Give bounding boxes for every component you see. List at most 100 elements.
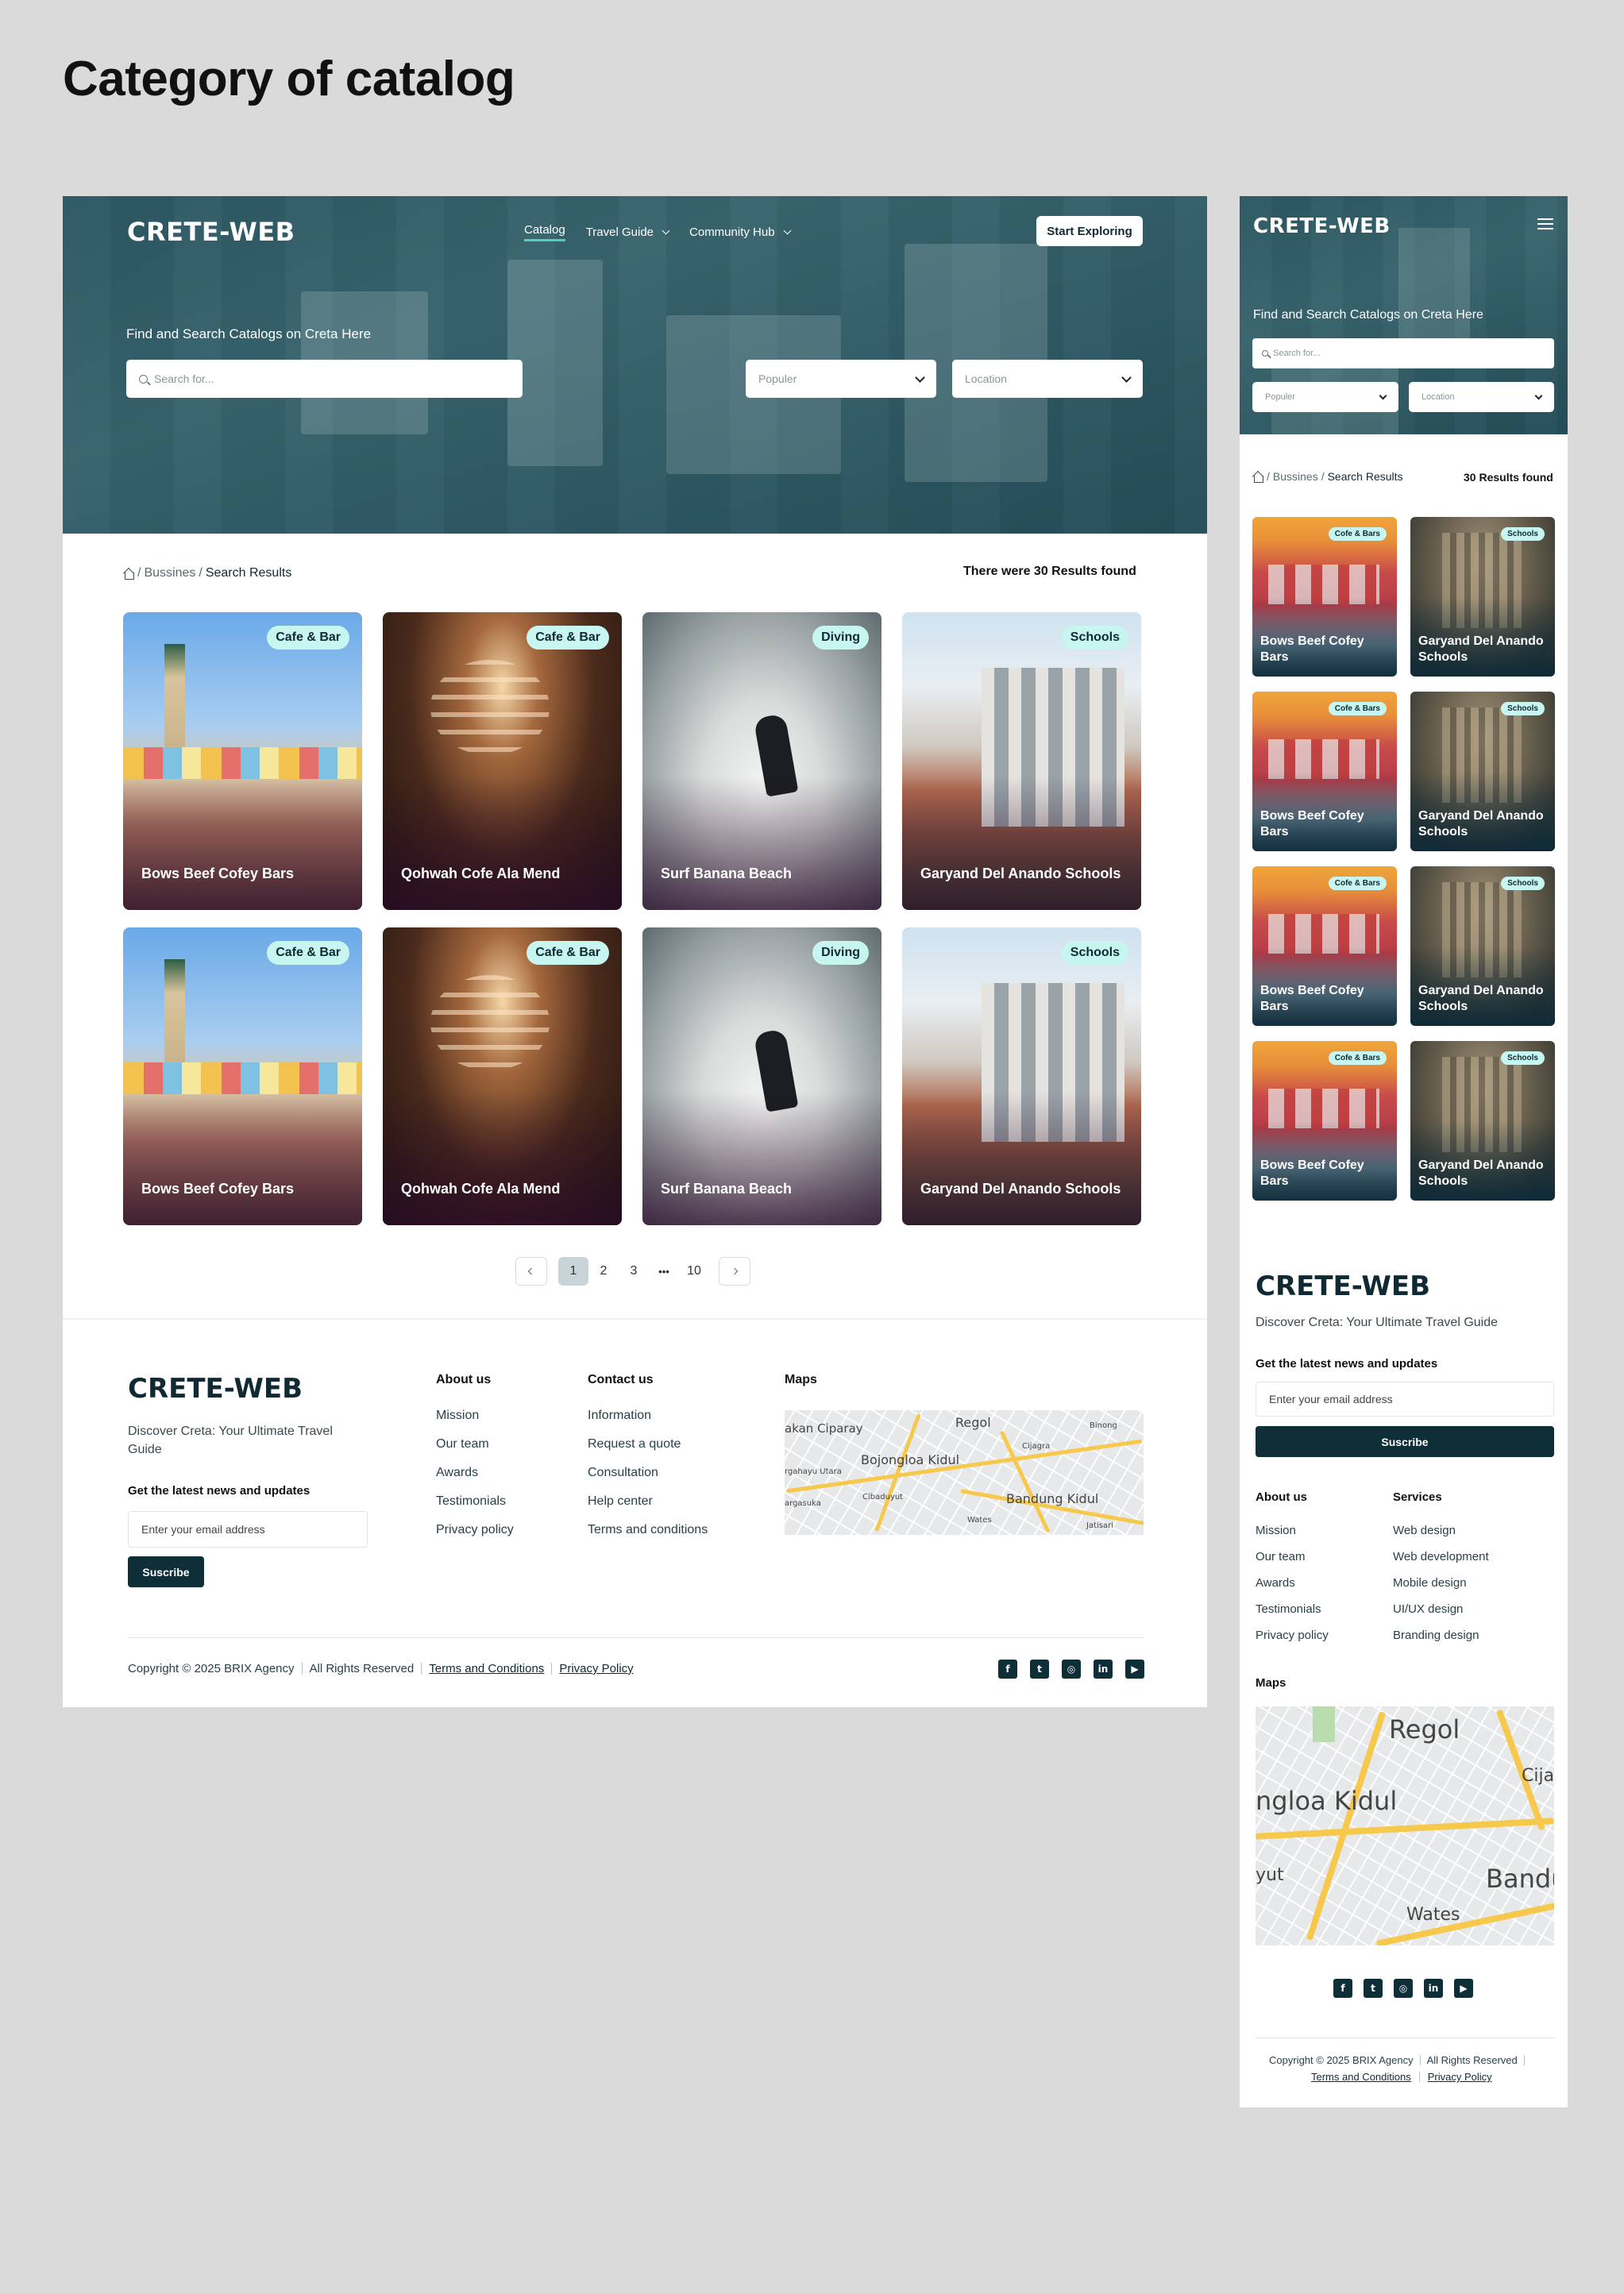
- footer-link-web-development[interactable]: Web development: [1393, 1550, 1489, 1563]
- card-shade: [902, 1091, 1141, 1225]
- footer-link-testimonials[interactable]: Testimonials: [436, 1494, 514, 1509]
- email-field[interactable]: Enter your email address: [128, 1511, 368, 1548]
- catalog-card[interactable]: Diving Surf Banana Beach: [642, 612, 881, 910]
- footer-tagline: Discover Creta: Your Ultimate Travel Gui…: [1256, 1316, 1499, 1329]
- search-icon: [139, 374, 148, 384]
- location-select[interactable]: Location: [1409, 382, 1554, 412]
- instagram-icon[interactable]: ◎: [1062, 1660, 1081, 1679]
- youtube-icon[interactable]: ▶: [1125, 1660, 1144, 1679]
- footer-link-our-team[interactable]: Our team: [1256, 1550, 1329, 1563]
- catalog-card[interactable]: Cafe & Bar Bows Beef Cofey Bars: [123, 927, 362, 1225]
- page-3[interactable]: 3: [619, 1257, 649, 1286]
- popular-select[interactable]: Populer: [1252, 382, 1398, 412]
- catalog-card[interactable]: Cafe & Bar Bows Beef Cofey Bars: [123, 612, 362, 910]
- catalog-card[interactable]: Schools Garyand Del Anando Schools: [902, 927, 1141, 1225]
- catalog-card[interactable]: Cofe & Bars Bows Beef Cofey Bars: [1252, 866, 1397, 1026]
- card-title: Garyand Del Anando Schools: [920, 865, 1121, 881]
- footer-map[interactable]: Regol ngloa Kidul Cijag yut Bandu Wates: [1256, 1706, 1554, 1945]
- footer-link-request-quote[interactable]: Request a quote: [588, 1437, 708, 1452]
- chevron-right-icon: [731, 1267, 739, 1275]
- page-10[interactable]: 10: [679, 1257, 709, 1286]
- card-tag: Schools: [1061, 941, 1128, 965]
- email-field[interactable]: Enter your email address: [1256, 1382, 1554, 1417]
- youtube-icon[interactable]: ▶: [1454, 1979, 1473, 1998]
- twitter-icon[interactable]: t: [1364, 1979, 1383, 1998]
- search-input[interactable]: Search for...: [126, 360, 523, 398]
- search-input[interactable]: Search for...: [1252, 338, 1554, 368]
- page-2[interactable]: 2: [588, 1257, 619, 1286]
- map-label: Cibaduyut: [862, 1493, 904, 1502]
- home-icon[interactable]: [123, 569, 134, 580]
- separator: [1418, 2072, 1420, 2082]
- footer-link-branding-design[interactable]: Branding design: [1393, 1629, 1489, 1642]
- terms-link[interactable]: Terms and Conditions: [429, 1662, 544, 1675]
- breadcrumb-parent[interactable]: Bussines: [1273, 470, 1318, 483]
- mobile-hero: CRETE-WEB Find and Search Catalogs on Cr…: [1240, 196, 1568, 434]
- prev-page-button[interactable]: [515, 1257, 547, 1286]
- page-1[interactable]: 1: [558, 1257, 588, 1286]
- facebook-icon[interactable]: f: [1333, 1979, 1352, 1998]
- home-icon[interactable]: [1252, 472, 1263, 483]
- footer-link-awards[interactable]: Awards: [1256, 1576, 1329, 1590]
- catalog-card[interactable]: Cofe & Bars Bows Beef Cofey Bars: [1252, 1041, 1397, 1201]
- footer-link-mission[interactable]: Mission: [436, 1409, 514, 1423]
- catalog-card[interactable]: Diving Surf Banana Beach: [642, 927, 881, 1225]
- brand-logo[interactable]: CRETE-WEB: [127, 217, 295, 247]
- instagram-icon[interactable]: ◎: [1394, 1979, 1413, 1998]
- catalog-card[interactable]: Cafe & Bar Qohwah Cofe Ala Mend: [383, 612, 622, 910]
- card-tag: Cafe & Bar: [267, 626, 349, 650]
- nav-travel-guide[interactable]: Travel Guide: [586, 223, 670, 241]
- next-page-button[interactable]: [719, 1257, 750, 1286]
- catalog-card[interactable]: Schools Garyand Del Anando Schools: [1410, 1041, 1555, 1201]
- terms-link[interactable]: Terms and Conditions: [1311, 2071, 1411, 2083]
- twitter-icon[interactable]: t: [1030, 1660, 1049, 1679]
- card-title: Bows Beef Cofey Bars: [1260, 809, 1364, 839]
- rights-text: All Rights Reserved: [309, 1662, 415, 1675]
- footer-link-web-design[interactable]: Web design: [1393, 1524, 1489, 1537]
- nav-community-hub[interactable]: Community Hub: [689, 223, 792, 241]
- catalog-card[interactable]: Cofe & Bars Bows Beef Cofey Bars: [1252, 517, 1397, 677]
- brand-logo[interactable]: CRETE-WEB: [1253, 214, 1391, 238]
- footer-link-information[interactable]: Information: [588, 1409, 708, 1423]
- catalog-card[interactable]: Schools Garyand Del Anando Schools: [1410, 517, 1555, 677]
- catalog-card[interactable]: Cafe & Bar Qohwah Cofe Ala Mend: [383, 927, 622, 1225]
- footer-link-testimonials[interactable]: Testimonials: [1256, 1602, 1329, 1616]
- email-placeholder: Enter your email address: [141, 1523, 265, 1536]
- footer-link-awards[interactable]: Awards: [436, 1466, 514, 1480]
- location-select[interactable]: Location: [952, 360, 1143, 398]
- popular-select[interactable]: Populer: [746, 360, 936, 398]
- footer-logo[interactable]: CRETE-WEB: [1256, 1270, 1430, 1302]
- facebook-icon[interactable]: f: [998, 1660, 1017, 1679]
- footer-link-help-center[interactable]: Help center: [588, 1494, 708, 1509]
- subscribe-button[interactable]: Suscribe: [1256, 1426, 1554, 1457]
- start-exploring-button[interactable]: Start Exploring: [1036, 216, 1143, 246]
- linkedin-icon[interactable]: in: [1094, 1660, 1113, 1679]
- catalog-card[interactable]: Schools Garyand Del Anando Schools: [902, 612, 1141, 910]
- linkedin-icon[interactable]: in: [1424, 1979, 1443, 1998]
- privacy-link[interactable]: Privacy Policy: [1428, 2071, 1492, 2083]
- breadcrumb-parent[interactable]: Bussines: [144, 566, 195, 580]
- card-title: Garyand Del Anando Schools: [1418, 634, 1544, 664]
- footer-link-uiux-design[interactable]: UI/UX design: [1393, 1602, 1489, 1616]
- footer-link-mobile-design[interactable]: Mobile design: [1393, 1576, 1489, 1590]
- catalog-card[interactable]: Schools Garyand Del Anando Schools: [1410, 692, 1555, 851]
- footer-link-consultation[interactable]: Consultation: [588, 1466, 708, 1480]
- footer-logo[interactable]: CRETE-WEB: [128, 1373, 303, 1405]
- footer-map[interactable]: akan Ciparay Regol Binong Bojongloa Kidu…: [785, 1410, 1144, 1535]
- privacy-link[interactable]: Privacy Policy: [559, 1662, 633, 1675]
- footer-link-mission[interactable]: Mission: [1256, 1524, 1329, 1537]
- map-park: [1313, 1706, 1335, 1742]
- separator: [1419, 2055, 1421, 2065]
- catalog-card[interactable]: Schools Garyand Del Anando Schools: [1410, 866, 1555, 1026]
- map-label: yut: [1256, 1865, 1284, 1885]
- map-label: Binong: [1090, 1421, 1117, 1430]
- footer-link-terms[interactable]: Terms and conditions: [588, 1523, 708, 1537]
- catalog-card[interactable]: Cofe & Bars Bows Beef Cofey Bars: [1252, 692, 1397, 851]
- menu-icon[interactable]: [1537, 218, 1553, 229]
- legal-links: Terms and Conditions Privacy Policy: [1311, 2071, 1492, 2083]
- footer-link-our-team[interactable]: Our team: [436, 1437, 514, 1452]
- footer-link-privacy[interactable]: Privacy policy: [436, 1523, 514, 1537]
- footer-link-privacy[interactable]: Privacy policy: [1256, 1629, 1329, 1642]
- subscribe-button[interactable]: Suscribe: [128, 1556, 204, 1587]
- nav-catalog[interactable]: Catalog: [524, 223, 565, 241]
